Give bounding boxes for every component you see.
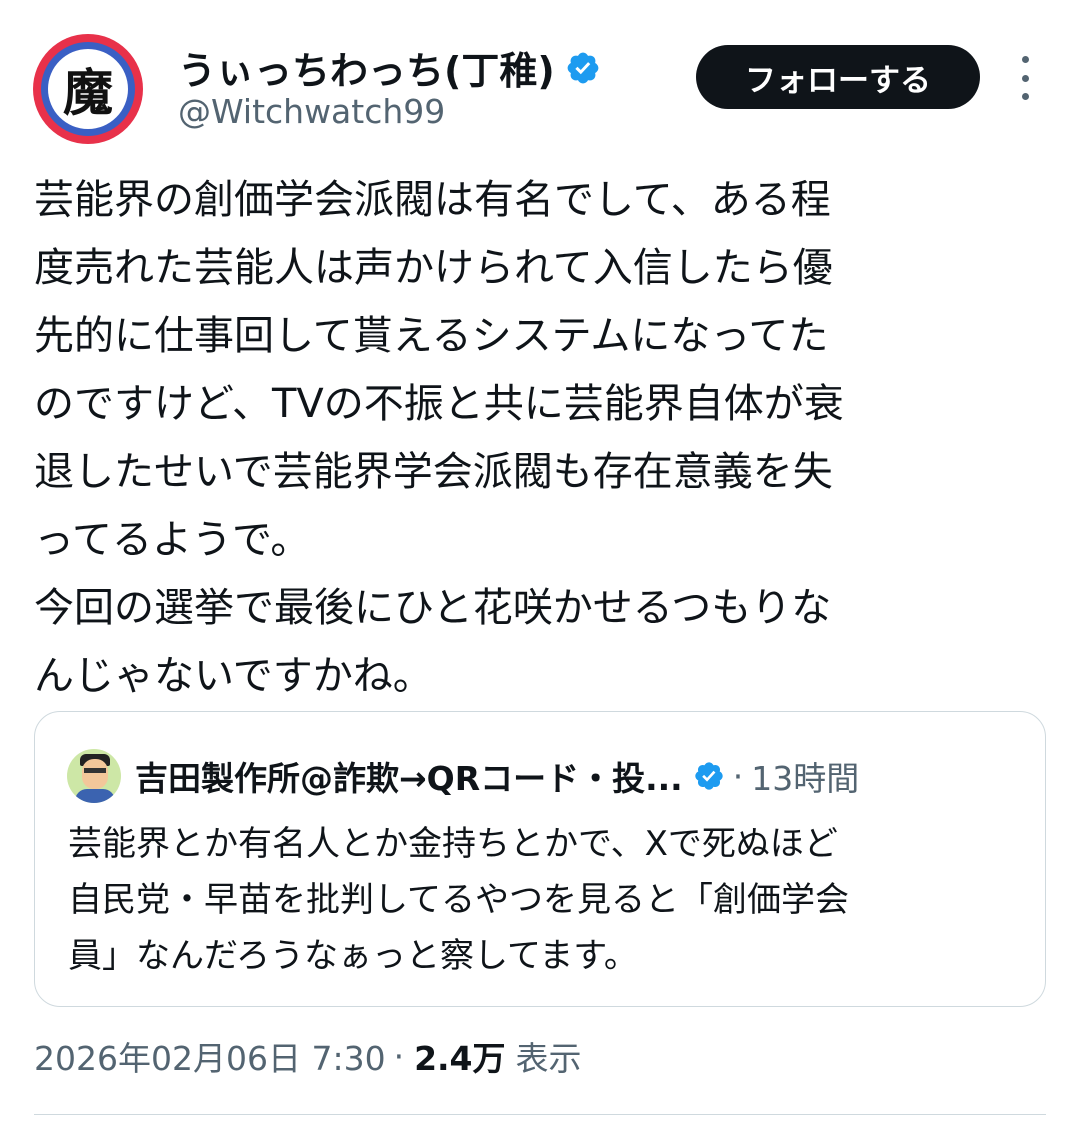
tweet-text: 芸能界の創価学会派閥は有名でして、ある程 度売れた芸能人は声かけられて入信したら… — [34, 166, 1054, 710]
meta-separator: · — [393, 1036, 405, 1076]
tweet-timestamp[interactable]: 2026年02月06日 7:30 — [34, 1032, 386, 1080]
more-dot — [1021, 74, 1029, 82]
avatar-glyph: 魔 — [48, 49, 128, 129]
avatar-ring: 魔 — [41, 42, 135, 136]
more-vertical-icon[interactable] — [1010, 56, 1040, 100]
avatar-glasses — [84, 768, 106, 773]
tweet-line: 今回の選挙で最後にひと花咲かせるつもりな — [34, 585, 832, 631]
author-display-name[interactable]: うぃっちわっち(丁稚) — [178, 40, 555, 95]
bottom-divider — [34, 1114, 1046, 1115]
verified-badge-icon — [567, 52, 599, 83]
quote-line: 自民党・早苗を批判してるやつを見ると「創価学会 — [68, 880, 849, 920]
tweet-line: のですけど、TVの不振と共に芸能界自体が衰 — [34, 381, 844, 427]
quote-time-ago[interactable]: 13時間 — [751, 752, 859, 800]
tweet-line: 芸能界の創価学会派閥は有名でして、ある程 — [34, 177, 831, 223]
views-count: 2.4万 — [414, 1039, 506, 1078]
author-handle[interactable]: @Witchwatch99 — [178, 92, 445, 131]
tweet-line: 先的に仕事回して貰えるシステムになってた — [34, 313, 829, 359]
quote-line: 員」なんだろうなぁっと察してます。 — [68, 936, 638, 976]
quoted-tweet-card[interactable]: 吉田製作所@詐欺→QRコード・投... · 13時間 芸能界とか有名人とか金持ち… — [34, 711, 1046, 1007]
author-display-name-row[interactable]: うぃっちわっち(丁稚) — [178, 40, 601, 95]
more-dot — [1021, 56, 1029, 63]
avatar-shirt — [75, 789, 115, 803]
quote-separator: · — [732, 756, 744, 796]
author-avatar[interactable]: 魔 — [33, 34, 143, 144]
views-label: 表示 — [515, 1039, 582, 1078]
quote-author-avatar[interactable] — [67, 749, 121, 803]
quote-text: 芸能界とか有名人とか金持ちとかで、Xで死ぬほど 自民党・早苗を批判してるやつを見… — [68, 816, 1028, 984]
more-dot — [1021, 93, 1029, 100]
quote-line: 芸能界とか有名人とか金持ちとかで、Xで死ぬほど — [68, 824, 838, 864]
quote-verified-badge-icon — [693, 760, 725, 792]
quote-author-name[interactable]: 吉田製作所@詐欺→QRコード・投... — [135, 752, 683, 800]
tweet-line: 退したせいで芸能界学会派閥も存在意義を失 — [34, 449, 833, 495]
avatar-face — [82, 759, 108, 789]
quote-header: 吉田製作所@詐欺→QRコード・投... · 13時間 — [67, 748, 859, 804]
tweet-meta-row: 2026年02月06日 7:30 · 2.4万 表示 — [34, 1028, 582, 1084]
follow-button[interactable]: フォローする — [696, 45, 980, 109]
tweet-line: ってるようで。 — [34, 517, 311, 563]
tweet-line: んじゃないですかね。 — [34, 653, 433, 699]
tweet-line: 度売れた芸能人は声かけられて入信したら優 — [34, 245, 833, 291]
